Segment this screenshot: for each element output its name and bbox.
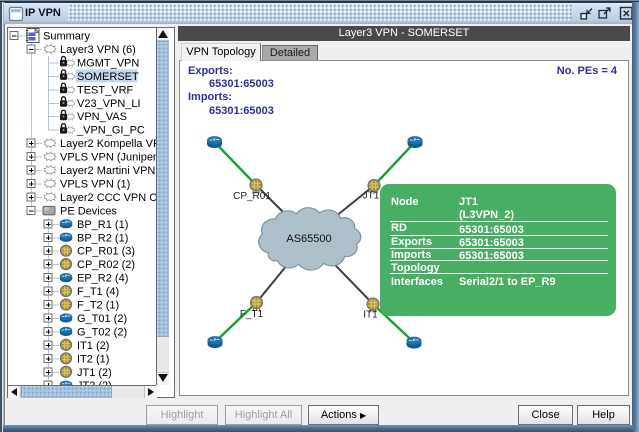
svg-text:BP_R2 (1): BP_R2 (1) (77, 232, 128, 244)
svg-text:G_T01 (2): G_T01 (2) (77, 313, 127, 325)
svg-text:VPN_VAS: VPN_VAS (77, 111, 127, 123)
svg-text:F_T1 (4): F_T1 (4) (77, 286, 119, 298)
svg-text:F_T1: F_T1 (240, 309, 264, 320)
svg-text:IT1 (2): IT1 (2) (77, 340, 109, 352)
svg-text:CP_R01 (3): CP_R01 (3) (77, 246, 135, 258)
svg-text:JT1: JT1 (363, 191, 380, 202)
svg-text:CP_R02 (2): CP_R02 (2) (77, 259, 135, 271)
svg-text:JT2 (2): JT2 (2) (77, 380, 112, 385)
svg-text:Layer2 CCC VPN Cir: Layer2 CCC VPN Cir (60, 192, 156, 204)
svg-text:VPLS VPN (Juniper) (: VPLS VPN (Juniper) ( (60, 152, 156, 164)
svg-text:TEST_VRF: TEST_VRF (77, 84, 134, 96)
svg-text:MGMT_VPN: MGMT_VPN (77, 57, 139, 69)
svg-text:IT2 (1): IT2 (1) (77, 353, 109, 365)
svg-text:G_T02 (2): G_T02 (2) (77, 326, 127, 338)
svg-text:SOMERSET: SOMERSET (77, 71, 139, 83)
svg-text:Layer3 VPN (6): Layer3 VPN (6) (60, 44, 136, 56)
svg-text:PE Devices: PE Devices (60, 205, 117, 217)
svg-text:IT1: IT1 (363, 310, 378, 321)
svg-text:CP_R01: CP_R01 (233, 191, 271, 202)
svg-text:Summary: Summary (43, 31, 91, 43)
svg-text:Layer2 Martini VPN C: Layer2 Martini VPN C (60, 165, 156, 177)
svg-text:Layer2 Kompella VPN: Layer2 Kompella VPN (60, 138, 156, 150)
svg-text:JT1 (2): JT1 (2) (77, 367, 112, 379)
svg-text:AS65500: AS65500 (286, 233, 331, 245)
svg-text:EP_R2 (4): EP_R2 (4) (77, 273, 128, 285)
svg-text:V23_VPN_LI: V23_VPN_LI (77, 98, 141, 110)
svg-text:BP_R1 (1): BP_R1 (1) (77, 219, 128, 231)
svg-text:F_T2 (1): F_T2 (1) (77, 300, 119, 312)
svg-text:VPLS VPN (1): VPLS VPN (1) (60, 178, 130, 190)
svg-text:_VPN_GI_PC: _VPN_GI_PC (76, 125, 145, 137)
